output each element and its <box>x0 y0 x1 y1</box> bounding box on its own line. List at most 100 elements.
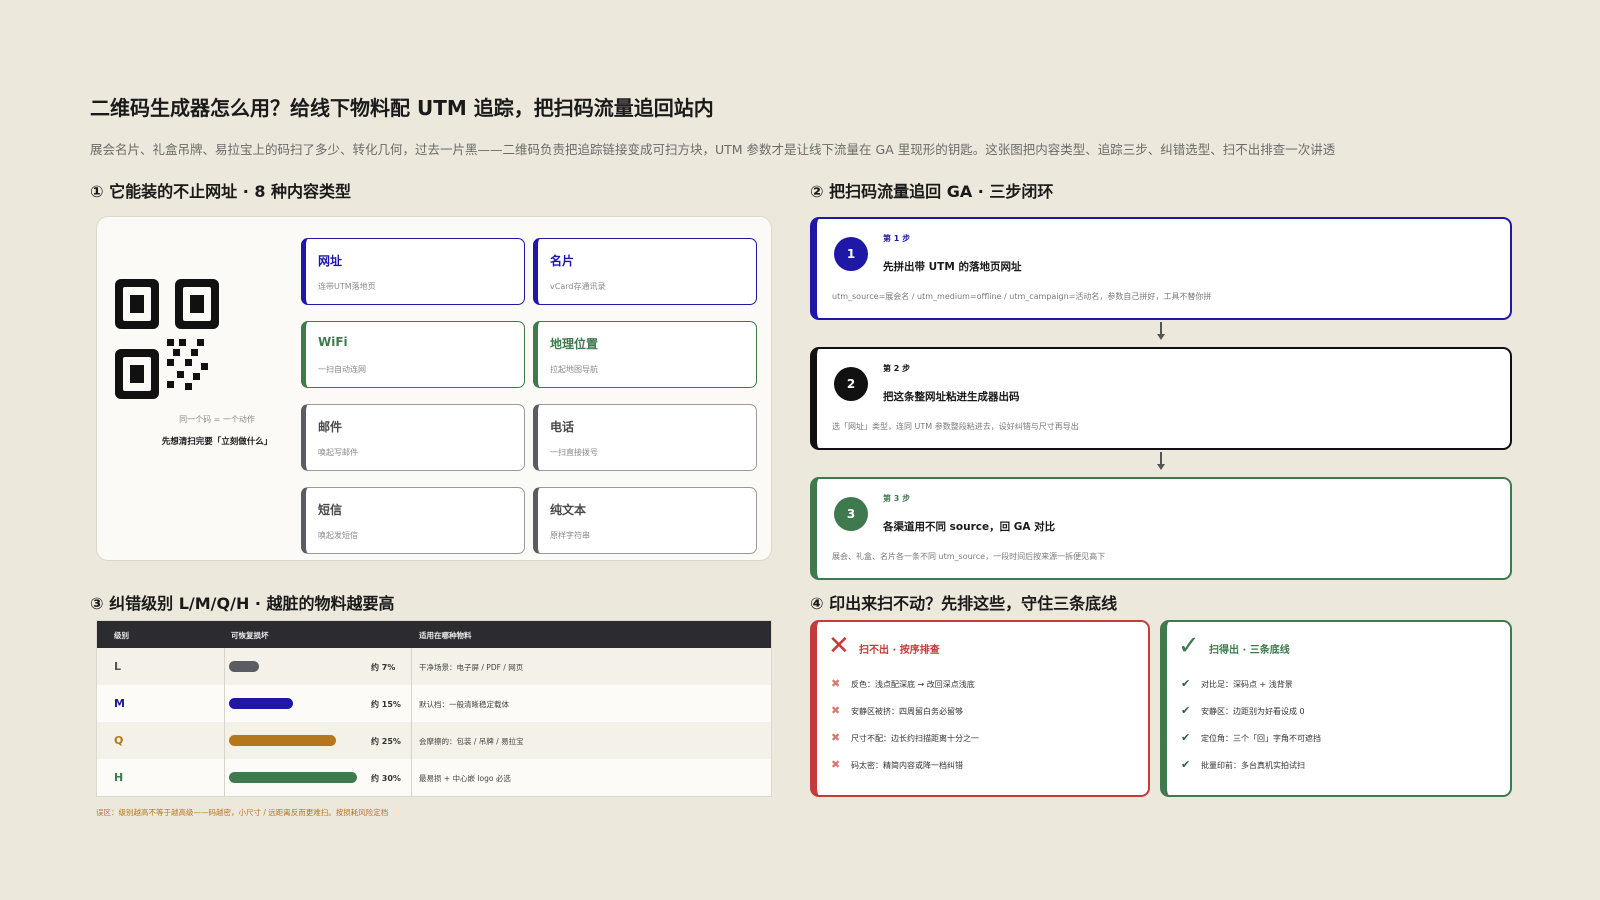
x-mark-icon: ✕ <box>828 631 850 661</box>
table-row: Q 约 25% 会摩擦的：包装 / 吊牌 / 易拉宝 <box>97 722 771 759</box>
content-type-desc: 唤起发短信 <box>318 531 358 540</box>
step-kicker: 第 3 步 <box>883 494 911 503</box>
recover-bar <box>229 698 293 709</box>
x-mark-icon: ✖ <box>831 731 841 744</box>
page-title: 二维码生成器怎么用？给线下物料配 UTM 追踪，把扫码流量追回站内 <box>90 96 714 120</box>
content-type-email: 邮件 唤起写邮件 <box>301 404 525 471</box>
content-type-label: 地理位置 <box>550 337 599 351</box>
check-mark-icon: ✔ <box>1181 731 1191 744</box>
misconception-note: 误区：级别越高不等于越高级——码越密，小尺寸 / 远距离反而更难扫。按损耗风险定… <box>96 808 389 817</box>
level-label: Q <box>114 734 124 747</box>
step-number-badge: 1 <box>834 237 868 271</box>
table-header: 级别 可恢复损坏 适用在哪种物料 <box>97 621 771 648</box>
content-type-label: 短信 <box>318 503 343 517</box>
level-label: H <box>114 771 124 784</box>
table-row: H 约 30% 最易损 + 中心嵌 logo 必选 <box>97 759 771 796</box>
content-type-desc: 一扫自动连网 <box>318 365 366 374</box>
content-type-desc: 原样字符串 <box>550 531 590 540</box>
table-row: M 约 15% 默认档：一般清晰稳定载体 <box>97 685 771 722</box>
list-item: ✖ 安静区被挤：四周留白务必留够 <box>831 704 963 717</box>
table-header-recover: 可恢复损坏 <box>231 631 269 640</box>
content-type-url: 网址 连带UTM落地页 <box>301 238 525 305</box>
step-card-3: 3 第 3 步 各渠道用不同 source，回 GA 对比 展会、礼盒、名片各一… <box>810 477 1512 580</box>
recover-pct: 约 15% <box>371 700 401 709</box>
recover-pct: 约 25% <box>371 737 401 746</box>
step-kicker: 第 2 步 <box>883 364 911 373</box>
column-divider <box>411 648 412 796</box>
step-desc: 选「网址」类型，连同 UTM 参数整段粘进去，设好纠错与尺寸再导出 <box>832 422 1079 431</box>
step-title: 把这条整网址粘进生成器出码 <box>883 391 1020 403</box>
step-kicker: 第 1 步 <box>883 234 911 243</box>
check-mark-icon: ✓ <box>1178 631 1200 661</box>
qr-code-icon <box>115 279 219 399</box>
content-type-desc: 一扫直接拨号 <box>550 448 598 457</box>
step-title: 先拼出带 UTM 的落地页网址 <box>883 261 1022 273</box>
step-number-badge: 3 <box>834 497 868 531</box>
step-number-badge: 2 <box>834 367 868 401</box>
content-type-label: 网址 <box>318 254 343 268</box>
step-card-1: 1 第 1 步 先拼出带 UTM 的落地页网址 utm_source=展会名 /… <box>810 217 1512 320</box>
content-type-wifi: WiFi 一扫自动连网 <box>301 321 525 388</box>
content-type-label: 名片 <box>550 254 575 268</box>
list-item: ✔ 对比足：深码点 + 浅背景 <box>1181 677 1293 690</box>
step-desc: 展会、礼盒、名片各一条不同 utm_source，一段时间后按来源一拆便见高下 <box>832 552 1106 561</box>
recover-pct: 约 30% <box>371 774 401 783</box>
table-row: L 约 7% 干净场景：电子屏 / PDF / 网页 <box>97 648 771 685</box>
content-type-vcard: 名片 vCard存通讯录 <box>533 238 757 305</box>
content-type-sms: 短信 唤起发短信 <box>301 487 525 554</box>
table-header-use: 适用在哪种物料 <box>419 631 472 640</box>
step-card-2: 2 第 2 步 把这条整网址粘进生成器出码 选「网址」类型，连同 UTM 参数整… <box>810 347 1512 450</box>
content-type-label: 邮件 <box>318 420 343 434</box>
list-item: ✔ 批量印前：多台真机实拍试扫 <box>1181 758 1305 771</box>
content-type-label: WiFi <box>318 335 348 349</box>
recover-pct: 约 7% <box>371 663 396 672</box>
baseline-box: ✓ 扫得出 · 三条底线 ✔ 对比足：深码点 + 浅背景 ✔ 安静区：边距别为好看设… <box>1160 620 1512 797</box>
content-type-desc: 拉起地图导航 <box>550 365 598 374</box>
x-mark-icon: ✖ <box>831 704 841 717</box>
content-type-location: 地理位置 拉起地图导航 <box>533 321 757 388</box>
list-item: ✖ 反色：浅点配深底 → 改回深点浅底 <box>831 677 975 690</box>
section2-title: ② 把扫码流量追回 GA · 三步闭环 <box>810 182 1054 201</box>
check-mark-icon: ✔ <box>1181 704 1191 717</box>
baseline-title: 扫得出 · 三条底线 <box>1209 645 1290 656</box>
section4-title: ④ 印出来扫不动？先排这些，守住三条底线 <box>810 594 1118 613</box>
list-item: ✔ 定位角：三个「回」字角不可遮挡 <box>1181 731 1321 744</box>
content-types-panel: 同一个码 = 一个动作 先想清扫完要「立刻做什么」 网址 连带UTM落地页 名片… <box>96 216 772 561</box>
content-type-desc: vCard存通讯录 <box>550 282 606 291</box>
page-subtitle: 展会名片、礼盒吊牌、易拉宝上的码扫了多少、转化几何，过去一片黑——二维码负责把追… <box>90 142 1336 157</box>
step-title: 各渠道用不同 source，回 GA 对比 <box>883 521 1056 533</box>
recover-bar <box>229 661 259 672</box>
list-item: ✔ 安静区：边距别为好看设成 0 <box>1181 704 1305 717</box>
content-type-label: 电话 <box>550 420 575 434</box>
x-mark-icon: ✖ <box>831 758 841 771</box>
recover-bar <box>229 772 357 783</box>
column-divider <box>224 648 225 796</box>
recover-bar <box>229 735 336 746</box>
content-type-phone: 电话 一扫直接拨号 <box>533 404 757 471</box>
troubleshoot-box: ✕ 扫不出 · 按序排查 ✖ 反色：浅点配深底 → 改回深点浅底 ✖ 安静区被挤：四… <box>810 620 1150 797</box>
qr-caption: 同一个码 = 一个动作 <box>179 415 255 424</box>
step-desc: utm_source=展会名 / utm_medium=offline / ut… <box>832 292 1212 301</box>
use-case: 干净场景：电子屏 / PDF / 网页 <box>419 663 524 672</box>
arrow-down-icon <box>1157 452 1165 472</box>
list-item: ✖ 码太密：精简内容或降一档纠错 <box>831 758 963 771</box>
check-mark-icon: ✔ <box>1181 758 1191 771</box>
table-header-level: 级别 <box>114 631 129 640</box>
troubleshoot-title: 扫不出 · 按序排查 <box>859 645 940 656</box>
use-case: 默认档：一般清晰稳定载体 <box>419 700 509 709</box>
section1-title: ① 它能装的不止网址 · 8 种内容类型 <box>90 182 352 201</box>
level-label: M <box>114 697 125 710</box>
section3-title: ③ 纠错级别 L/M/Q/H · 越脏的物料越要高 <box>90 594 395 613</box>
arrow-down-icon <box>1157 322 1165 342</box>
qr-caption-emphasis: 先想清扫完要「立刻做什么」 <box>161 437 273 447</box>
content-type-text: 纯文本 原样字符串 <box>533 487 757 554</box>
x-mark-icon: ✖ <box>831 677 841 690</box>
list-item: ✖ 尺寸不配：边长约扫描距离十分之一 <box>831 731 979 744</box>
use-case: 会摩擦的：包装 / 吊牌 / 易拉宝 <box>419 737 524 746</box>
error-correction-table: 级别 可恢复损坏 适用在哪种物料 L 约 7% 干净场景：电子屏 / PDF /… <box>96 620 772 797</box>
content-type-desc: 连带UTM落地页 <box>318 282 376 291</box>
content-type-label: 纯文本 <box>550 503 587 517</box>
check-mark-icon: ✔ <box>1181 677 1191 690</box>
content-type-desc: 唤起写邮件 <box>318 448 358 457</box>
use-case: 最易损 + 中心嵌 logo 必选 <box>419 774 511 783</box>
